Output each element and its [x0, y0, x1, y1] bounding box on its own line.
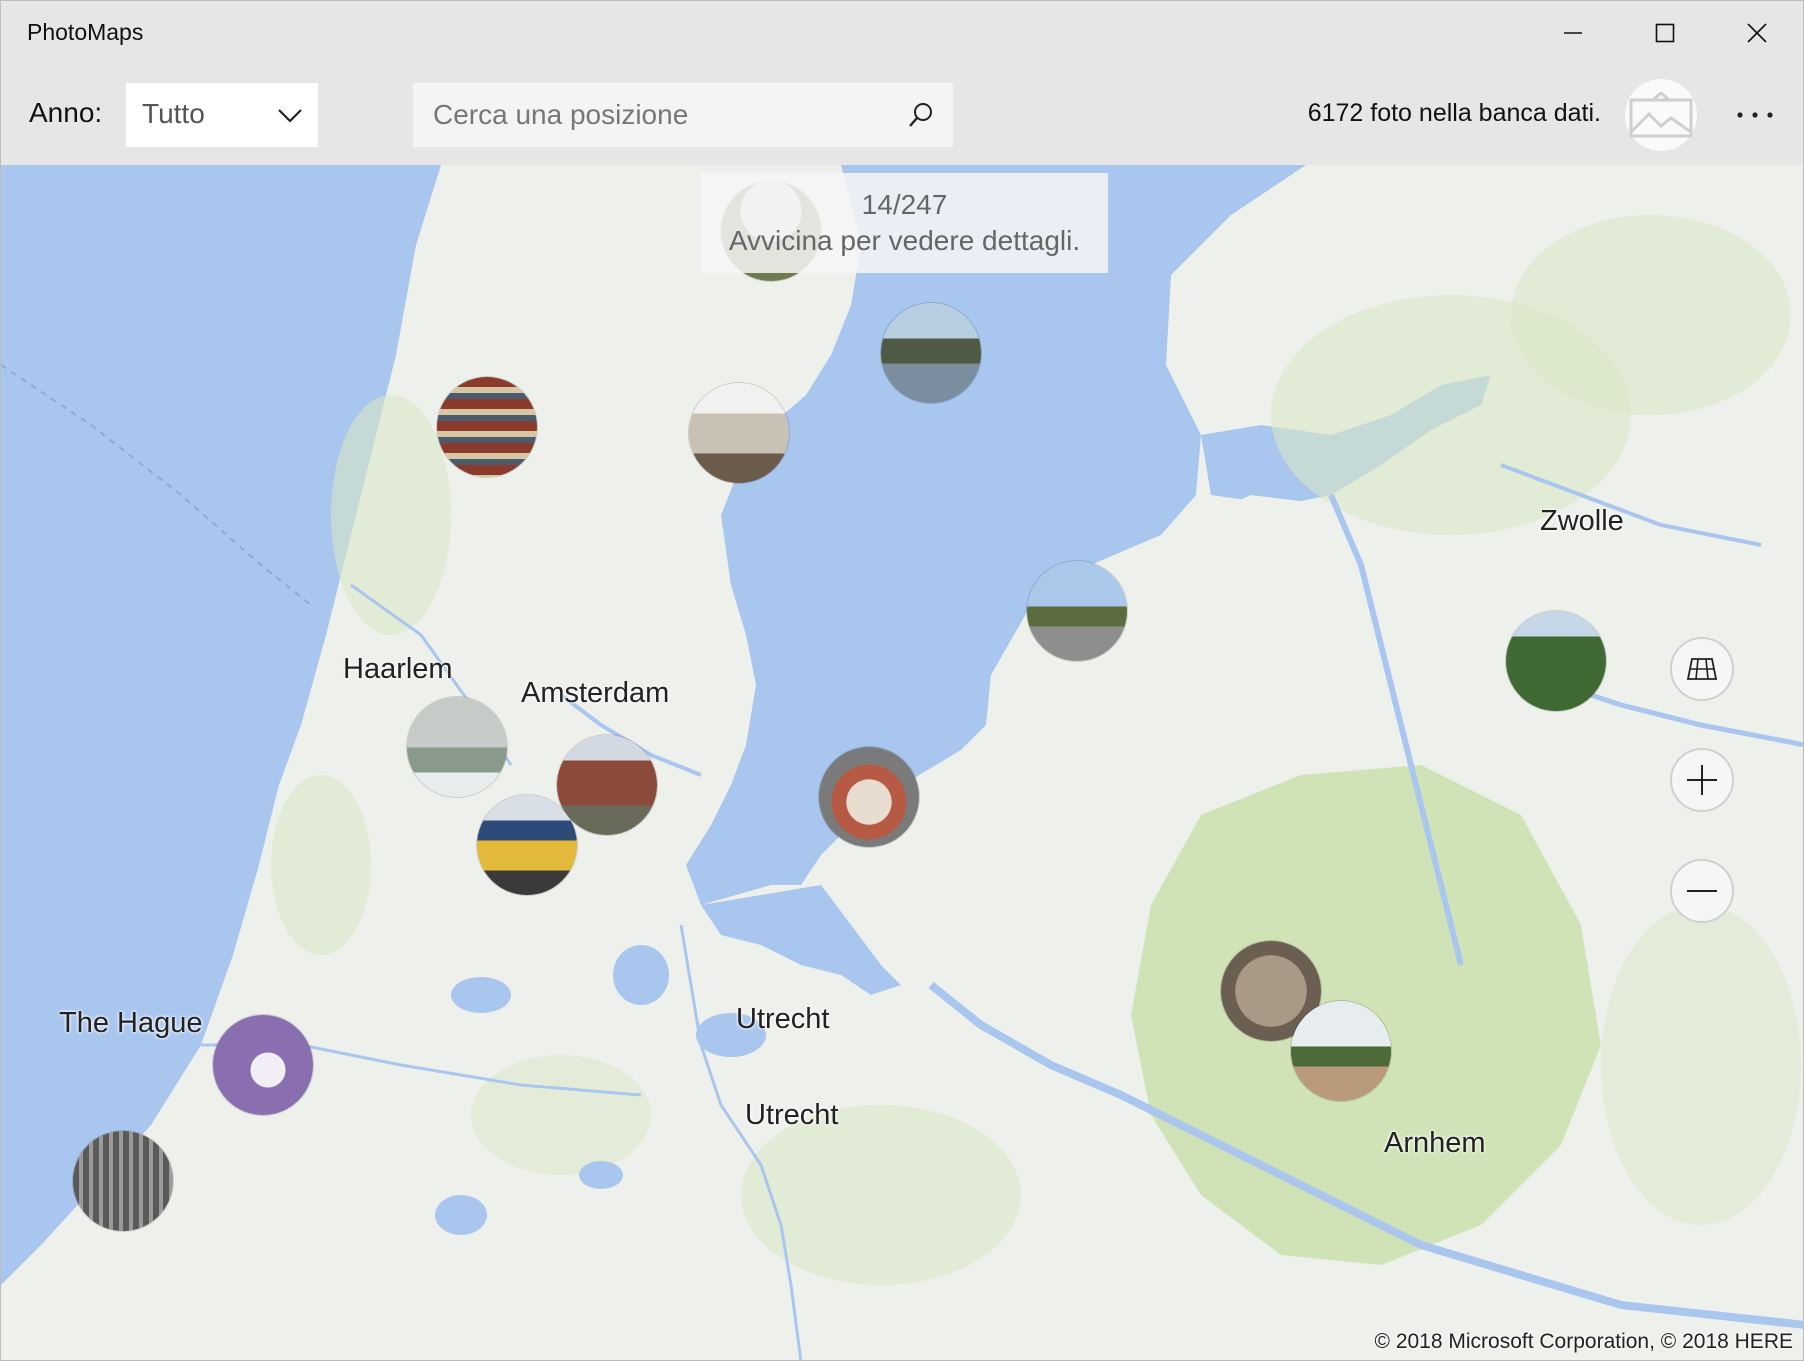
photo-pin-poster[interactable]	[213, 1015, 313, 1115]
city-label-zwolle: Zwolle	[1540, 505, 1624, 537]
search-input[interactable]	[413, 83, 883, 147]
app-title: PhotoMaps	[27, 19, 144, 45]
city-label-utrecht-2: Utrecht	[745, 1099, 839, 1131]
map-style-button[interactable]	[1670, 637, 1734, 701]
photomaps-window: PhotoMaps Anno: Tutto Cerca una posizion…	[0, 0, 1804, 1361]
city-label-the-hague: The Hague	[59, 1007, 203, 1039]
search-box	[413, 83, 953, 147]
zoom-notice: 14/247 Avvicina per vedere dettagli.	[701, 173, 1108, 273]
year-label: Anno:	[29, 97, 103, 128]
city-label-arnhem: Arnhem	[1384, 1127, 1486, 1159]
city-label-utrecht: Utrecht	[736, 1003, 830, 1035]
chevron-down-icon	[278, 109, 302, 123]
minimize-icon	[1564, 32, 1582, 34]
photo-pin-aerial[interactable]	[407, 697, 507, 797]
year-dropdown[interactable]: Tutto	[126, 83, 318, 147]
map-copyright: © 2018 Microsoft Corporation, © 2018 HER…	[1374, 1330, 1793, 1353]
close-icon	[1747, 23, 1767, 43]
image-icon	[1629, 92, 1693, 138]
title-bar: PhotoMaps	[1, 1, 1803, 65]
photo-pin-train[interactable]	[477, 795, 577, 895]
minimize-button[interactable]	[1527, 1, 1619, 65]
photo-pin-shelves[interactable]	[437, 377, 537, 477]
city-label-haarlem: Haarlem	[343, 653, 453, 685]
profile-avatar[interactable]	[1625, 79, 1697, 151]
photo-pin-zwolle-field[interactable]	[1506, 611, 1606, 711]
photo-pin-hall[interactable]	[73, 1131, 173, 1231]
close-button[interactable]	[1711, 1, 1803, 65]
notice-count: 14/247	[861, 189, 948, 220]
photo-pin-building[interactable]	[689, 383, 789, 483]
year-dropdown-value: Tutto	[142, 98, 205, 129]
photo-pin-food[interactable]	[819, 747, 919, 847]
maximize-button[interactable]	[1619, 1, 1711, 65]
minus-icon	[1687, 890, 1717, 892]
map-view[interactable]: Haarlem Amsterdam Zwolle Utrecht Utrecht…	[1, 165, 1803, 1360]
grid-map-icon	[1686, 658, 1718, 680]
photo-count-text: 6172 foto nella banca dati.	[1307, 99, 1601, 127]
plus-icon	[1687, 765, 1717, 795]
toolbar: Anno: Tutto 6172 foto nella banca dati.	[1, 65, 1803, 165]
photo-pin-station[interactable]	[557, 735, 657, 835]
photo-pin-square[interactable]	[1027, 561, 1127, 661]
notice-text: Avvicina per vedere dettagli.	[728, 225, 1081, 256]
zoom-in-button[interactable]	[1670, 748, 1734, 812]
photo-pin-heath[interactable]	[1291, 1001, 1391, 1101]
more-button[interactable]	[1727, 87, 1783, 143]
search-icon[interactable]	[907, 101, 935, 129]
maximize-icon	[1655, 23, 1675, 43]
city-label-amsterdam: Amsterdam	[521, 677, 670, 709]
more-icon	[1737, 112, 1773, 118]
photo-pin-canal[interactable]	[881, 303, 981, 403]
zoom-out-button[interactable]	[1670, 859, 1734, 923]
